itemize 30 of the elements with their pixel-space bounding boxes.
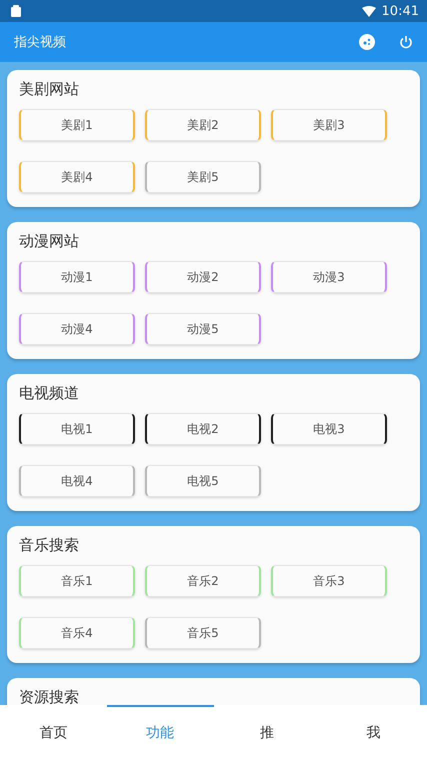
link-button[interactable]: 动漫1	[19, 261, 135, 293]
section-title: 美剧网站	[19, 80, 80, 99]
section-title: 电视频道	[19, 384, 80, 403]
link-button[interactable]: 美剧1	[19, 109, 135, 141]
section-title: 动漫网站	[19, 232, 80, 251]
section-title: 资源搜索	[19, 688, 80, 705]
link-button[interactable]: 音乐4	[19, 617, 135, 649]
link-button[interactable]: 美剧5	[145, 161, 261, 193]
link-button[interactable]: 动漫3	[271, 261, 387, 293]
link-button[interactable]: 音乐2	[145, 565, 261, 597]
link-button[interactable]: 美剧2	[145, 109, 261, 141]
app-title: 指尖视频	[14, 34, 67, 51]
link-button[interactable]: 动漫2	[145, 261, 261, 293]
wifi-icon	[362, 6, 376, 16]
clock-time: 10:41	[382, 4, 419, 18]
link-button[interactable]: 音乐1	[19, 565, 135, 597]
power-icon[interactable]	[399, 35, 413, 49]
link-button[interactable]: 电视1	[19, 413, 135, 445]
section-title: 音乐搜索	[19, 536, 80, 555]
link-button[interactable]: 动漫5	[145, 313, 261, 345]
link-button[interactable]: 动漫4	[19, 313, 135, 345]
notification-icon	[10, 5, 22, 17]
link-button[interactable]: 美剧4	[19, 161, 135, 193]
link-button[interactable]: 电视5	[145, 465, 261, 497]
link-button[interactable]: 音乐5	[145, 617, 261, 649]
link-button[interactable]: 音乐3	[271, 565, 387, 597]
link-button[interactable]: 电视2	[145, 413, 261, 445]
link-button[interactable]: 电视3	[271, 413, 387, 445]
link-button[interactable]: 美剧3	[271, 109, 387, 141]
link-button[interactable]: 电视4	[19, 465, 135, 497]
